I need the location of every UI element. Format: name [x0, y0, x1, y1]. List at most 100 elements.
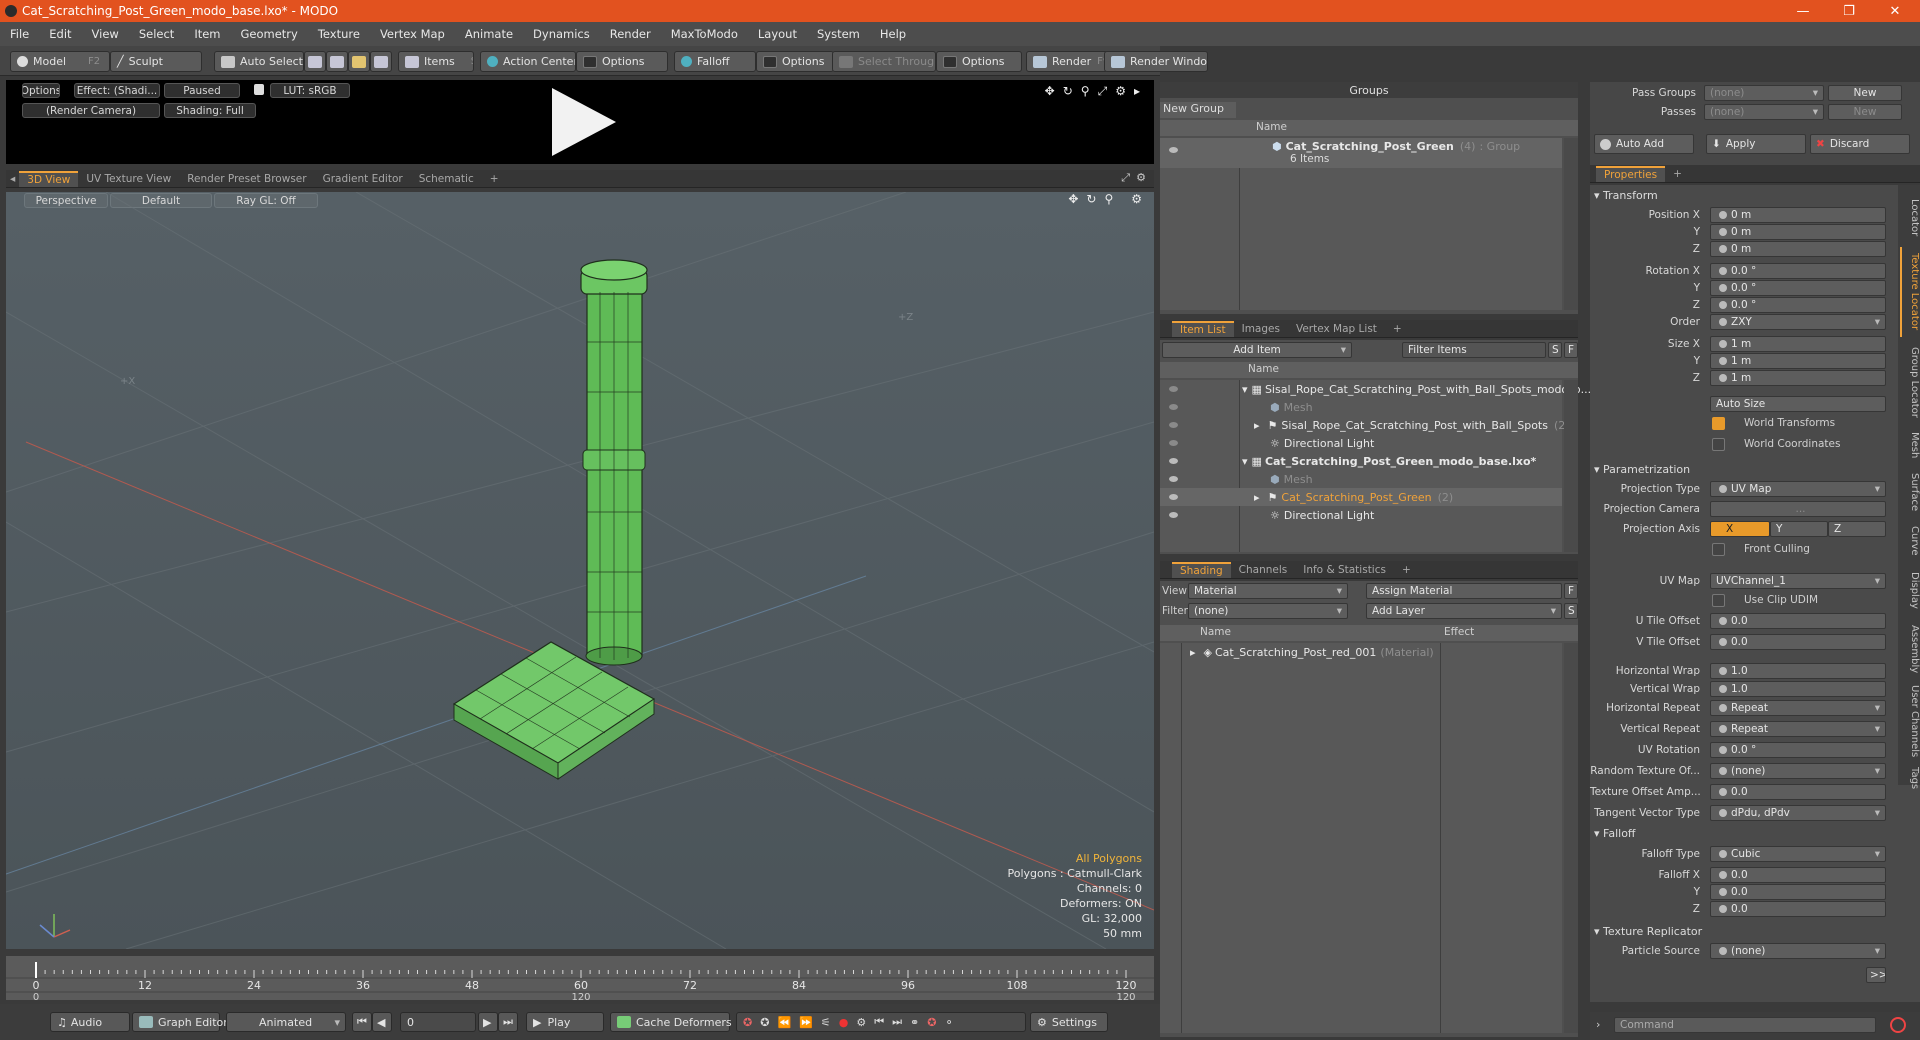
new-pass-group-button[interactable]: New: [1828, 85, 1902, 101]
polygons-mode-button[interactable]: [348, 51, 370, 72]
u-tile-offset-field[interactable]: 0.0: [1710, 613, 1886, 629]
falloff-button[interactable]: Falloff: [674, 51, 756, 72]
tab-shading[interactable]: Shading: [1172, 562, 1231, 578]
maximize-icon[interactable]: ❐: [1826, 0, 1872, 22]
auto-size-button[interactable]: Auto Size: [1710, 396, 1886, 412]
vtab-surface[interactable]: Surface: [1900, 467, 1920, 517]
group-row[interactable]: ⬢ Cat_Scratching_Post_Green (4) : Group: [1160, 138, 1562, 168]
vtab-tags[interactable]: Tags: [1900, 763, 1920, 793]
menu-texture[interactable]: Texture: [308, 27, 370, 41]
falloff-options-button[interactable]: Options: [756, 51, 834, 72]
projection-axis-z[interactable]: Z: [1828, 521, 1886, 537]
tab-render-preset-browser[interactable]: Render Preset Browser: [179, 171, 314, 187]
next-frame-button[interactable]: ▶: [478, 1012, 498, 1032]
random-texture-dropdown[interactable]: (none): [1710, 763, 1886, 779]
render-window-button[interactable]: Render Window: [1104, 51, 1208, 72]
shading-scrollbar[interactable]: [1564, 643, 1578, 1033]
zoom-icon[interactable]: ⚲: [1081, 84, 1090, 99]
eye-icon[interactable]: [1169, 512, 1178, 518]
play-button[interactable]: ▶ Play: [526, 1012, 604, 1032]
menu-item[interactable]: Item: [184, 27, 230, 41]
key-icon[interactable]: ✪: [760, 1016, 769, 1029]
audio-button[interactable]: ♫ Audio: [50, 1012, 130, 1032]
prev-icon[interactable]: ⏮: [874, 1015, 884, 1029]
key-edit-icon[interactable]: ⚟: [821, 1016, 831, 1029]
menu-select[interactable]: Select: [129, 27, 184, 41]
lock-icon[interactable]: [254, 84, 264, 95]
projection-axis-x[interactable]: X: [1710, 521, 1770, 537]
size-y-field[interactable]: 1 m: [1710, 353, 1886, 369]
vtab-texture-locator[interactable]: Texture Locator: [1900, 247, 1920, 337]
eye-icon[interactable]: [1169, 440, 1178, 446]
position-y-field[interactable]: 0 m: [1710, 224, 1886, 240]
front-culling-checkbox[interactable]: [1712, 543, 1725, 556]
shading-s-button[interactable]: S: [1564, 603, 1578, 619]
transform-section[interactable]: ▾ Transform: [1594, 189, 1658, 202]
minimize-icon[interactable]: —: [1780, 0, 1826, 22]
animated-dropdown[interactable]: Animated: [226, 1012, 346, 1032]
tab-info-statistics[interactable]: Info & Statistics: [1295, 562, 1394, 578]
falloff-y-field[interactable]: 0.0: [1710, 884, 1886, 900]
eye-icon[interactable]: [1169, 147, 1178, 153]
vtab-locator[interactable]: Locator: [1900, 193, 1920, 243]
menu-help[interactable]: Help: [870, 27, 916, 41]
model-button[interactable]: Model F2: [10, 51, 110, 72]
graph-editor-button[interactable]: Graph Editor: [132, 1012, 228, 1032]
edges-mode-button[interactable]: [326, 51, 348, 72]
expand-arrow-icon[interactable]: ▸: [1254, 419, 1260, 432]
expand-arrow-icon[interactable]: ▸: [1190, 646, 1196, 659]
list-item[interactable]: ▸ ⚑ Cat_Scratching_Post_Green (2): [1160, 488, 1562, 506]
key-channel-icon[interactable]: ✪: [927, 1016, 936, 1029]
projection-axis-y[interactable]: Y: [1770, 521, 1828, 537]
add-item-dropdown[interactable]: Add Item: [1162, 342, 1352, 358]
items-mode-button[interactable]: ItemsS: [398, 51, 474, 72]
assign-material-button[interactable]: Assign Material: [1366, 583, 1562, 599]
menu-layout[interactable]: Layout: [748, 27, 807, 41]
skip-end-button[interactable]: ⏭: [498, 1012, 518, 1032]
tab-gradient-editor[interactable]: Gradient Editor: [315, 171, 411, 187]
viewer-camera-dropdown[interactable]: (Render Camera): [22, 103, 160, 118]
menu-dynamics[interactable]: Dynamics: [523, 27, 600, 41]
materials-mode-button[interactable]: [370, 51, 392, 72]
menu-system[interactable]: System: [807, 27, 870, 41]
select-through-options-button[interactable]: Options: [936, 51, 1022, 72]
tab-images[interactable]: Images: [1234, 321, 1288, 337]
tab-vertex-map-list[interactable]: Vertex Map List: [1288, 321, 1385, 337]
itemlist-f-button[interactable]: F: [1564, 342, 1578, 358]
add-layer-dropdown[interactable]: Add Layer: [1366, 603, 1562, 619]
prev-key-icon[interactable]: ⏪: [777, 1016, 791, 1029]
list-item[interactable]: ▸ ⚑ Sisal_Rope_Cat_Scratching_Post_with_Ba…: [1160, 416, 1570, 434]
view-dropdown[interactable]: Material: [1188, 583, 1348, 599]
frame-input[interactable]: 0: [400, 1012, 476, 1032]
more-button[interactable]: >>: [1866, 967, 1886, 983]
auto-key-icon[interactable]: ⚙: [856, 1016, 866, 1029]
gear-icon[interactable]: ⚙: [1136, 171, 1146, 184]
shading-f-button[interactable]: F: [1564, 583, 1578, 599]
expand-arrow-icon[interactable]: ▾: [1242, 383, 1248, 396]
new-pass-button[interactable]: New: [1828, 104, 1902, 120]
viewer-shading-dropdown[interactable]: Shading: Full: [164, 103, 256, 118]
list-item[interactable]: ☼ Directional Light: [1160, 434, 1562, 452]
prev-frame-button[interactable]: ◀: [372, 1012, 392, 1032]
add-tab-button[interactable]: +: [482, 171, 507, 187]
eye-icon[interactable]: [1169, 386, 1178, 392]
next-key-icon[interactable]: ⏩: [799, 1016, 813, 1029]
add-tab-button[interactable]: +: [1385, 321, 1410, 337]
menu-edit[interactable]: Edit: [39, 27, 81, 41]
horizontal-wrap-field[interactable]: 1.0: [1710, 663, 1886, 679]
passes-dropdown[interactable]: (none): [1704, 104, 1824, 120]
viewer-paused-button[interactable]: Paused: [164, 83, 240, 98]
falloff-z-field[interactable]: 0.0: [1710, 901, 1886, 917]
projection-type-dropdown[interactable]: UV Map: [1710, 481, 1886, 497]
rotation-x-field[interactable]: 0.0 °: [1710, 263, 1886, 279]
sculpt-button[interactable]: ╱ Sculpt: [110, 51, 202, 72]
channel-icon[interactable]: ⚭: [910, 1016, 919, 1029]
timeline[interactable]: 0 12 24 36 48 60 72 84 96 108 120 0 120 120: [6, 956, 1154, 1000]
action-center-options-button[interactable]: Options: [576, 51, 668, 72]
skip-start-button[interactable]: ⏮: [352, 1012, 372, 1032]
world-transforms-checkbox[interactable]: [1712, 417, 1725, 430]
discard-button[interactable]: ✖ Discard: [1810, 134, 1910, 154]
next-icon[interactable]: ⏭: [892, 1015, 902, 1029]
tab-schematic[interactable]: Schematic: [411, 171, 482, 187]
tab-arrow[interactable]: ◂: [6, 171, 19, 187]
